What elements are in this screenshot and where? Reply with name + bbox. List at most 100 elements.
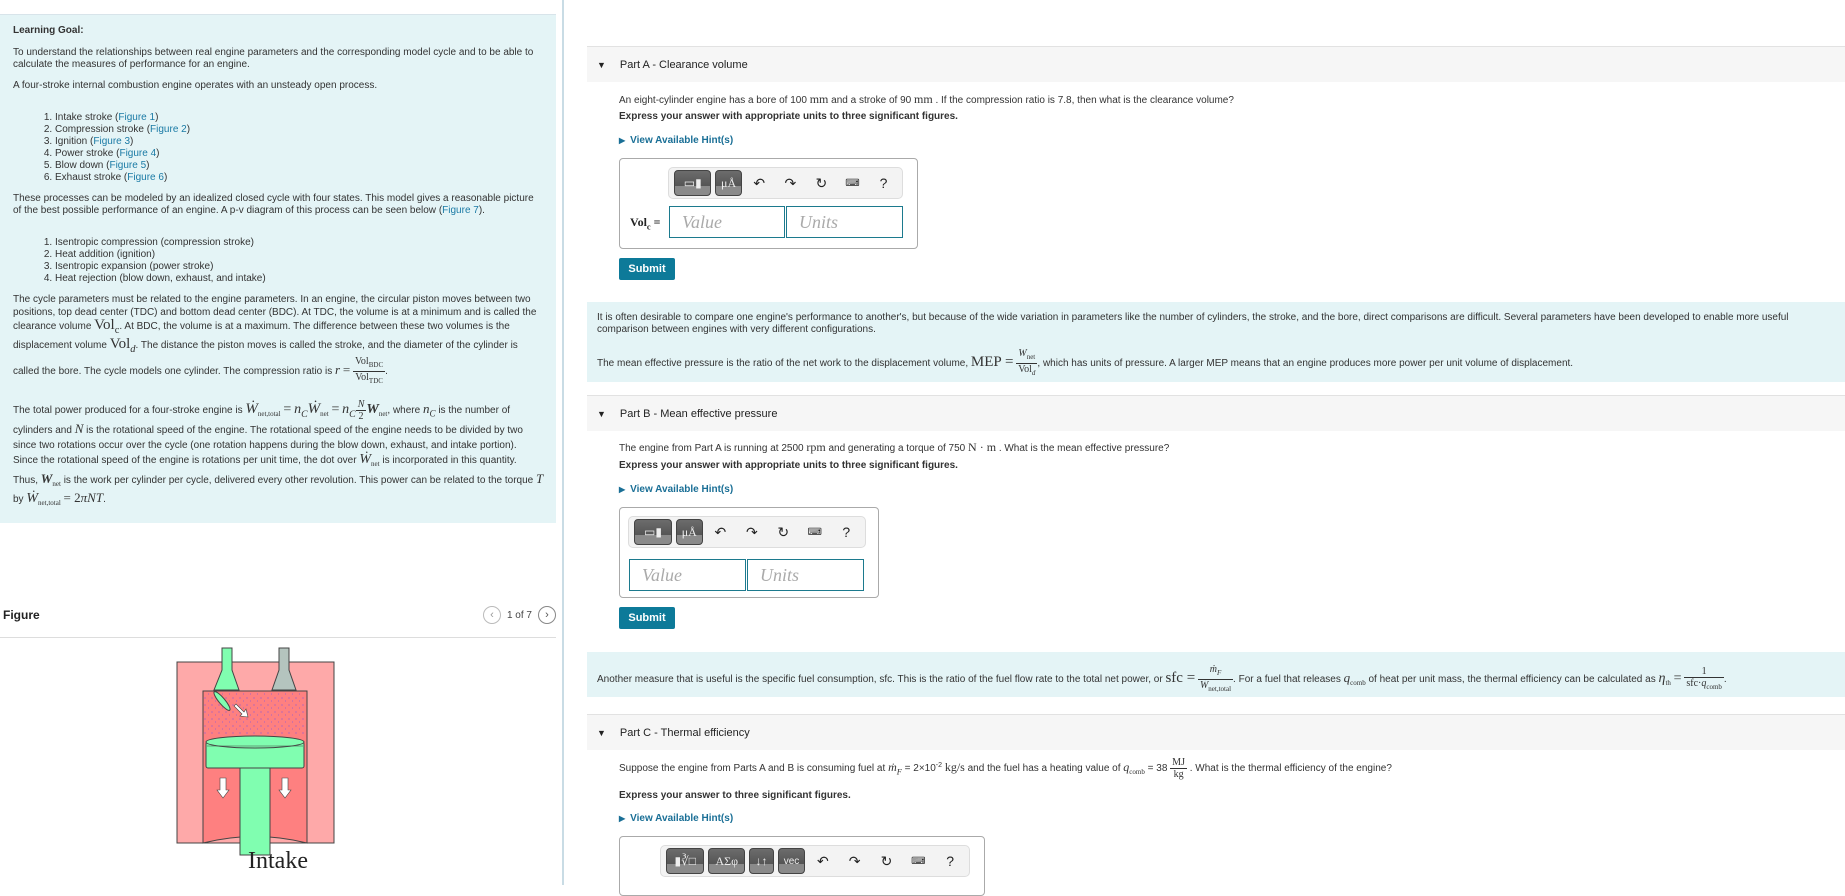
keyboard-icon: ⌨	[911, 855, 926, 867]
part-c-math-toolbar: ▮∛□ ΑΣφ ↓↑ vec ↶ ↷ ↻ ⌨ ?	[660, 845, 970, 877]
figure-link[interactable]: Figure 5	[109, 160, 146, 171]
part-b-units-input[interactable]	[747, 559, 864, 591]
figure-link[interactable]: Figure 3	[93, 136, 130, 147]
part-b-header[interactable]: ▼ Part B - Mean effective pressure	[587, 395, 1845, 431]
figure-navigation: ‹ 1 of 7 ›	[482, 606, 556, 624]
reset-button[interactable]: ↻	[770, 519, 797, 545]
chevron-right-icon: ›	[545, 609, 549, 621]
part-c-hint-toggle[interactable]: ▶ View Available Hint(s)	[619, 813, 733, 824]
fraction-template-icon: ▭▮	[683, 175, 702, 190]
help-button[interactable]: ?	[870, 170, 897, 196]
part-a-question: An eight-cylinder engine has a bore of 1…	[619, 92, 1234, 106]
stroke-item: Power stroke (Figure 4)	[55, 148, 544, 160]
part-b-submit-button[interactable]: Submit	[619, 607, 675, 629]
keyboard-button[interactable]: ⌨	[904, 848, 932, 874]
cycle-step: Heat rejection (blow down, exhaust, and …	[55, 273, 544, 285]
previous-figure-button[interactable]: ‹	[482, 606, 501, 624]
stroke-item: Exhaust stroke (Figure 6)	[55, 172, 544, 184]
redo-button[interactable]: ↷	[841, 848, 869, 874]
undo-icon: ↶	[753, 174, 766, 191]
chevron-left-icon: ‹	[490, 609, 494, 621]
templates-button[interactable]: ▮∛□	[666, 848, 705, 874]
mep-intro-text: It is often desirable to compare one eng…	[597, 312, 1789, 335]
templates-button[interactable]: ▭▮	[634, 519, 672, 545]
sfc-info-box: Another measure that is useful is the sp…	[587, 652, 1845, 697]
reset-button[interactable]: ↻	[808, 170, 835, 196]
part-c-answer-box: ▮∛□ ΑΣφ ↓↑ vec ↶ ↷ ↻ ⌨ ?	[619, 836, 985, 896]
problem-intro-pane: Learning Goal: To understand the relatio…	[0, 0, 564, 885]
greek-symbols-button[interactable]: ΑΣφ	[708, 848, 745, 874]
redo-button[interactable]: ↷	[777, 170, 804, 196]
part-a-title: Part A - Clearance volume	[619, 58, 748, 71]
help-button[interactable]: ?	[936, 848, 964, 874]
part-c-title: Part C - Thermal efficiency	[619, 726, 750, 739]
figure-title: Figure	[3, 608, 40, 622]
help-button[interactable]: ?	[833, 519, 860, 545]
undo-button[interactable]: ↶	[707, 519, 734, 545]
stroke-item: Intake stroke (Figure 1)	[55, 112, 544, 124]
subscript-superscript-button[interactable]: ↓↑	[748, 848, 774, 874]
keyboard-button[interactable]: ⌨	[839, 170, 866, 196]
next-figure-button[interactable]: ›	[538, 606, 556, 624]
figure-link[interactable]: Figure 4	[119, 148, 156, 159]
undo-icon: ↶	[816, 852, 829, 869]
keyboard-button[interactable]: ⌨	[801, 519, 828, 545]
units-button[interactable]: μÅ	[715, 170, 742, 196]
undo-button[interactable]: ↶	[746, 170, 773, 196]
keyboard-icon: ⌨	[807, 526, 822, 538]
stroke-list: Intake stroke (Figure 1) Compression str…	[13, 112, 544, 184]
part-a-header[interactable]: ▼ Part A - Clearance volume	[587, 46, 1845, 82]
figure-link[interactable]: Figure 2	[150, 124, 187, 135]
cycle-step: Isentropic compression (compression stro…	[55, 237, 544, 249]
reset-icon: ↻	[815, 174, 828, 191]
figure-header: Figure ‹ 1 of 7 ›	[0, 602, 556, 638]
reset-icon: ↻	[777, 523, 790, 540]
learning-goal-box: Learning Goal: To understand the relatio…	[0, 14, 556, 523]
vector-button[interactable]: vec	[778, 848, 805, 874]
part-c-question: Suppose the engine from Parts A and B is…	[619, 757, 1392, 780]
part-b-hint-toggle[interactable]: ▶ View Available Hint(s)	[619, 484, 733, 495]
part-b-question: The engine from Part A is running at 250…	[619, 440, 1170, 454]
power-text: The total power produced for a four-stro…	[13, 399, 544, 508]
cycle-step: Heat addition (ignition)	[55, 249, 544, 261]
undo-button[interactable]: ↶	[809, 848, 837, 874]
figure-counter: 1 of 7	[506, 609, 532, 621]
redo-icon: ↷	[848, 852, 861, 869]
vol-c-label: Volc =	[630, 215, 661, 232]
part-a-answer-box: ▭▮ μÅ ↶ ↷ ↻ ⌨ ? Volc =	[619, 158, 918, 249]
radical-template-icon: ▮∛□	[674, 853, 696, 868]
expand-triangle-icon: ▶	[619, 814, 626, 823]
part-c-header[interactable]: ▼ Part C - Thermal efficiency	[587, 714, 1845, 750]
part-b-value-input[interactable]	[629, 559, 746, 591]
compression-ratio-formula: VolBDC VolTDC	[353, 356, 386, 385]
figure-link[interactable]: Figure 1	[118, 112, 155, 123]
fraction-template-icon: ▭▮	[644, 524, 662, 539]
redo-icon: ↷	[745, 523, 758, 540]
model-text: These processes can be modeled by an ide…	[13, 193, 534, 216]
redo-icon: ↷	[784, 174, 797, 191]
cycle-step-list: Isentropic compression (compression stro…	[13, 237, 544, 285]
part-b-answer-box: ▭▮ μÅ ↶ ↷ ↻ ⌨ ?	[619, 507, 879, 598]
part-a-value-input[interactable]	[669, 206, 785, 238]
reset-button[interactable]: ↻	[873, 848, 901, 874]
redo-button[interactable]: ↷	[738, 519, 765, 545]
undo-icon: ↶	[714, 523, 727, 540]
part-c-instruction: Express your answer to three significant…	[619, 790, 851, 801]
reset-icon: ↻	[880, 852, 893, 869]
stroke-item: Ignition (Figure 3)	[55, 136, 544, 148]
part-a-submit-button[interactable]: Submit	[619, 258, 675, 280]
templates-button[interactable]: ▭▮	[674, 170, 712, 196]
collapse-triangle-icon: ▼	[597, 59, 606, 70]
units-button[interactable]: μÅ	[676, 519, 703, 545]
part-a-units-input[interactable]	[786, 206, 903, 238]
figure-7-link[interactable]: Figure 7	[442, 205, 479, 216]
learning-goal-title: Learning Goal:	[13, 25, 84, 36]
part-b-math-toolbar: ▭▮ μÅ ↶ ↷ ↻ ⌨ ?	[628, 516, 866, 548]
expand-triangle-icon: ▶	[619, 485, 626, 494]
part-a-hint-toggle[interactable]: ▶ View Available Hint(s)	[619, 135, 733, 146]
part-b-instruction: Express your answer with appropriate uni…	[619, 460, 958, 471]
questions-pane: ▼ Part A - Clearance volume An eight-cyl…	[587, 0, 1845, 896]
figure-link[interactable]: Figure 6	[127, 172, 164, 183]
cycle-step: Isentropic expansion (power stroke)	[55, 261, 544, 273]
stroke-item: Blow down (Figure 5)	[55, 160, 544, 172]
